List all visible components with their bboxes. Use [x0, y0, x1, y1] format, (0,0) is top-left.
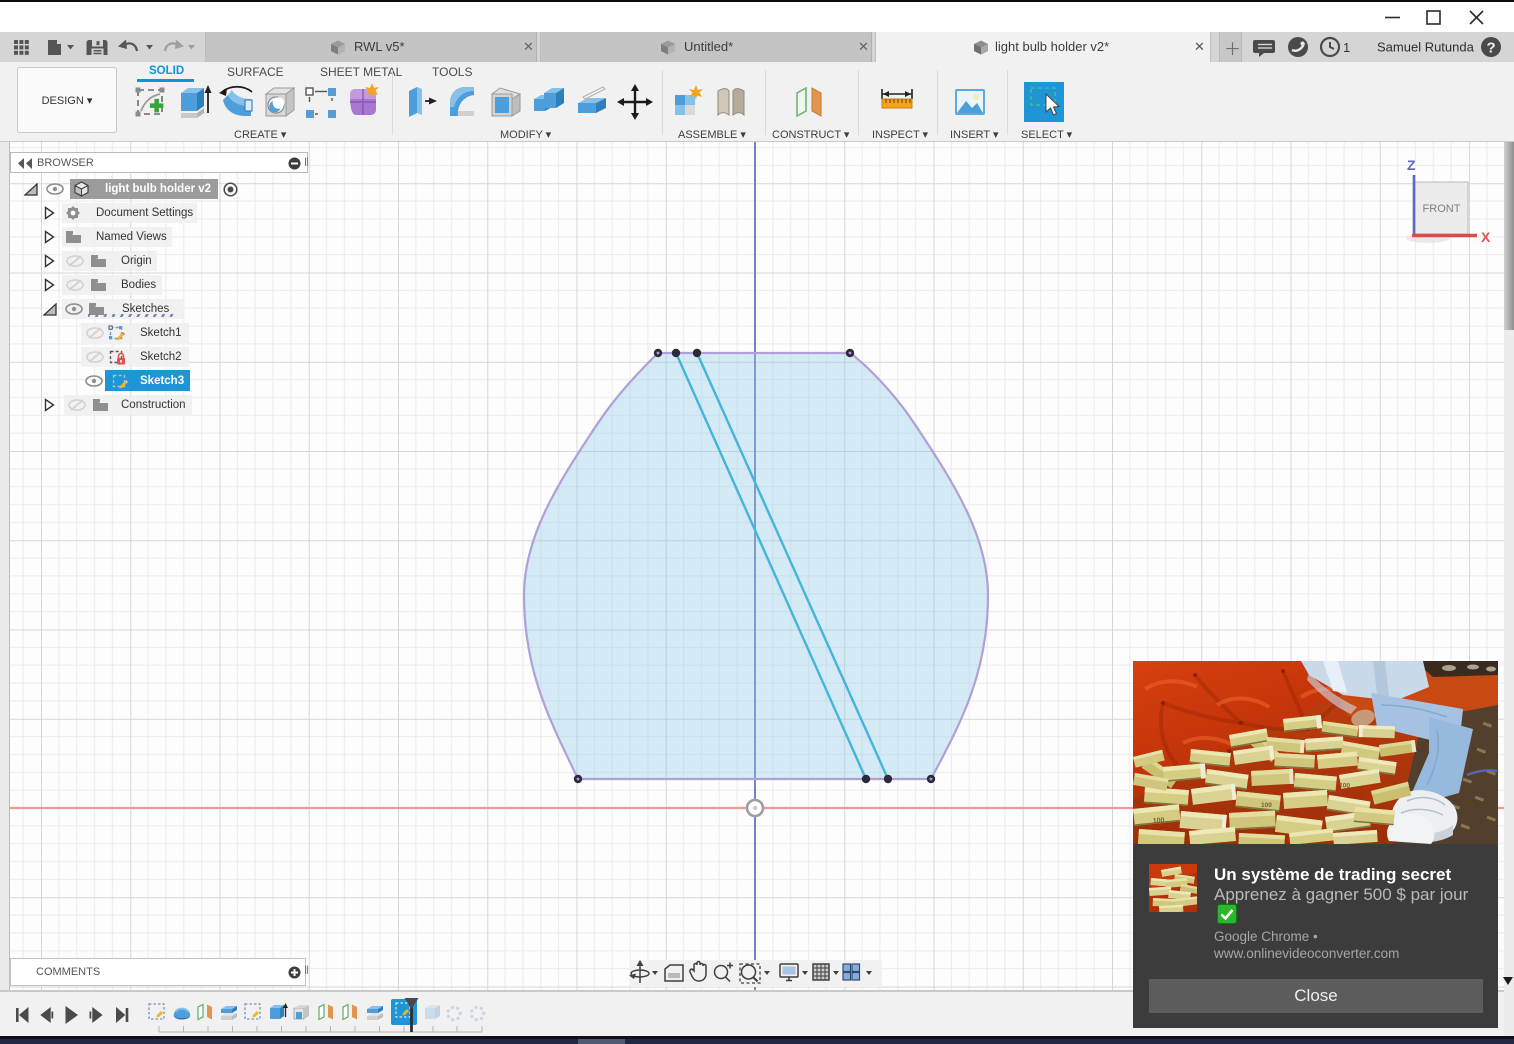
svg-text:FRONT: FRONT: [1423, 203, 1461, 215]
svg-text:1: 1: [1343, 40, 1350, 55]
svg-text:100: 100: [1261, 802, 1272, 809]
svg-text:?: ?: [1487, 40, 1496, 57]
svg-text:100: 100: [1153, 817, 1165, 825]
svg-text:X: X: [1481, 229, 1491, 245]
svg-text:Samuel Rutunda: Samuel Rutunda: [1377, 40, 1475, 55]
svg-text:Z: Z: [1407, 157, 1416, 173]
svg-text:100: 100: [1339, 782, 1351, 790]
